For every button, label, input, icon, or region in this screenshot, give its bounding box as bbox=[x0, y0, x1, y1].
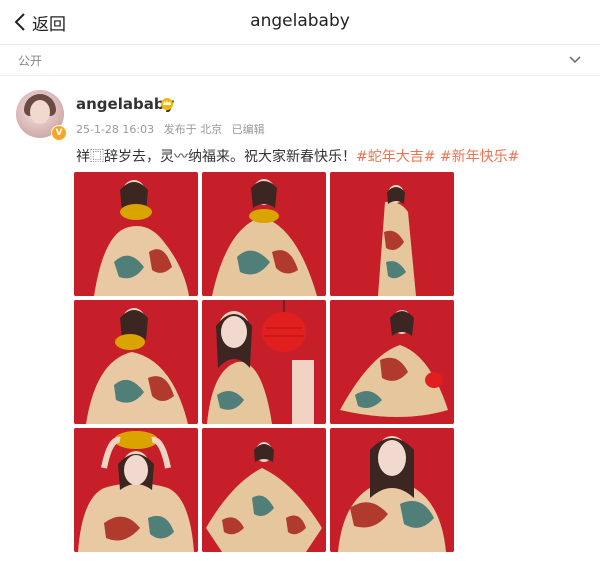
top-nav-bar: 返回 angelababy bbox=[0, 0, 600, 45]
photo-thumbnail[interactable] bbox=[330, 300, 454, 424]
hashtag-link[interactable]: #蛇年大吉# bbox=[356, 149, 435, 165]
photo-image bbox=[330, 172, 454, 296]
photo-image bbox=[330, 428, 454, 552]
photo-thumbnail[interactable] bbox=[330, 172, 454, 296]
photo-thumbnail[interactable] bbox=[74, 300, 198, 424]
post-body: 祥⿴辞岁去，灵⁠〰纳福来。祝大家新春快乐！ bbox=[76, 149, 356, 165]
post-text: 祥⿴辞岁去，灵⁠〰纳福来。祝大家新春快乐！#蛇年大吉# #新年快乐# bbox=[76, 146, 519, 166]
photo-thumbnail[interactable] bbox=[202, 428, 326, 552]
post-meta: 25-1-28 16:03 发布于 北京 已编辑 bbox=[76, 121, 271, 137]
photo-image bbox=[74, 300, 198, 424]
photo-thumbnail[interactable] bbox=[202, 172, 326, 296]
visibility-selector[interactable]: 公开 bbox=[0, 45, 600, 76]
edited-label[interactable]: 已编辑 bbox=[232, 123, 265, 136]
photo-grid bbox=[74, 172, 456, 554]
verified-badge-icon: V bbox=[51, 125, 67, 141]
photo-image bbox=[74, 172, 198, 296]
post-date: 25-1-28 16:03 bbox=[76, 123, 155, 136]
photo-image bbox=[202, 428, 326, 552]
crown-icon bbox=[161, 98, 173, 110]
chevron-down-icon bbox=[569, 56, 581, 64]
post-location: 发布于 北京 bbox=[163, 123, 223, 136]
photo-thumbnail[interactable] bbox=[202, 300, 326, 424]
photo-image bbox=[202, 300, 326, 424]
photo-image bbox=[202, 172, 326, 296]
visibility-label: 公开 bbox=[18, 54, 43, 68]
photo-image bbox=[74, 428, 198, 552]
photo-image bbox=[330, 300, 454, 424]
hashtag-link[interactable]: #新年快乐# bbox=[440, 149, 519, 165]
page-title: angelababy bbox=[250, 11, 350, 31]
photo-thumbnail[interactable] bbox=[74, 428, 198, 552]
photo-thumbnail[interactable] bbox=[74, 172, 198, 296]
photo-thumbnail[interactable] bbox=[330, 428, 454, 552]
